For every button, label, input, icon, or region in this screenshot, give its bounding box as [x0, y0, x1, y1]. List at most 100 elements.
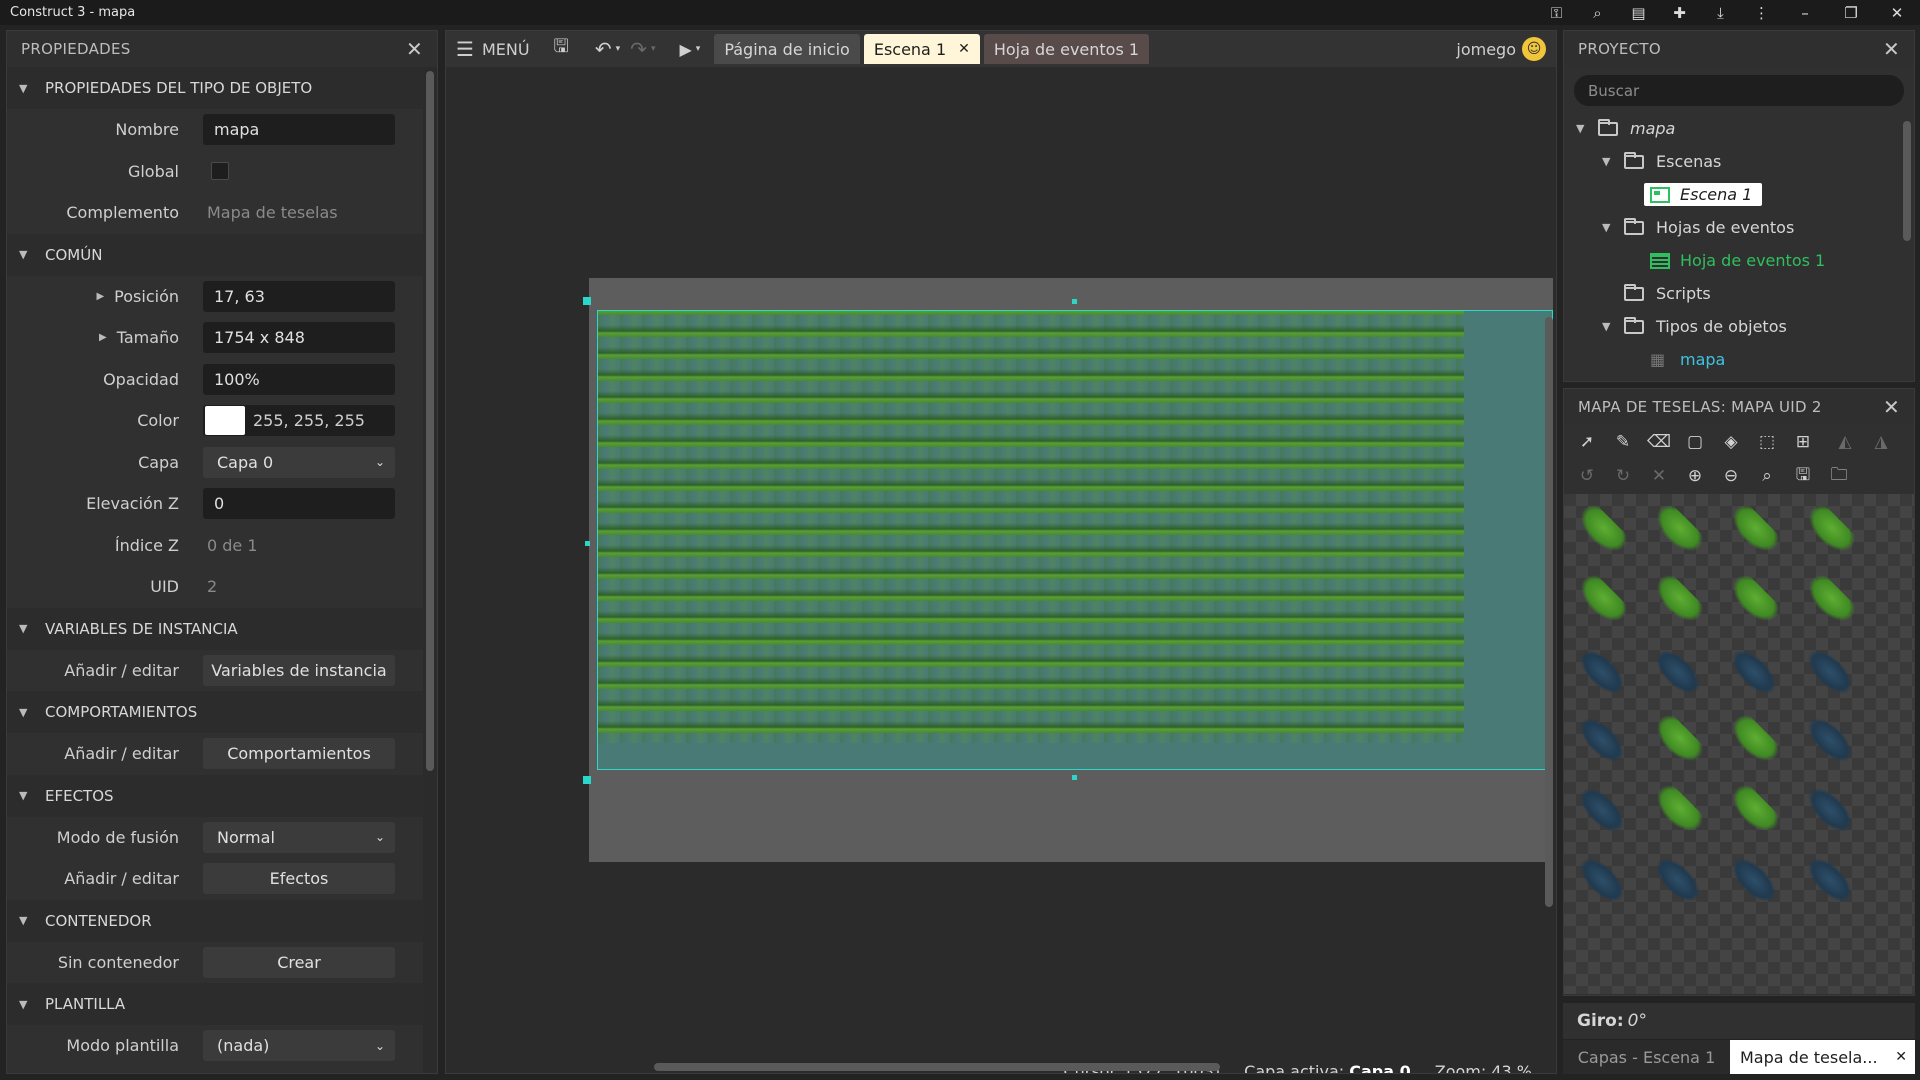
menu-button[interactable]: ☰ MENÚ [446, 37, 540, 61]
tree-event-sheets[interactable]: ▼ Hojas de eventos [1564, 211, 1914, 244]
tile[interactable] [1718, 564, 1798, 630]
close-icon[interactable]: ✕ [1883, 397, 1900, 417]
layer-select[interactable]: Capa 0 ⌄ [203, 446, 395, 478]
tile[interactable] [1642, 844, 1722, 910]
tile[interactable] [1642, 564, 1722, 630]
close-window-button[interactable]: ✕ [1874, 0, 1920, 25]
undo-icon[interactable]: ↶ [583, 37, 616, 61]
tile[interactable] [1642, 774, 1722, 840]
redo-icon[interactable]: ↷ [620, 37, 651, 61]
tile[interactable] [1718, 774, 1798, 840]
create-container-button[interactable]: Crear [203, 946, 395, 978]
project-scroll-thumb[interactable] [1903, 121, 1911, 241]
vertical-scrollbar[interactable] [1542, 67, 1556, 1073]
rectangle-icon[interactable]: ▢ [1680, 427, 1710, 457]
selection-icon[interactable]: ⬚ [1752, 427, 1782, 457]
key-icon[interactable]: ⚿ [1536, 0, 1577, 25]
tree-root[interactable]: ▼ mapa [1564, 112, 1914, 145]
close-icon[interactable]: ✕ [406, 39, 423, 59]
resize-handle[interactable] [583, 297, 591, 305]
tile[interactable] [1794, 774, 1874, 840]
vertical-scroll-thumb[interactable] [1545, 317, 1553, 907]
pencil-icon[interactable]: ✎ [1608, 427, 1638, 457]
horizontal-scroll-thumb[interactable] [654, 1063, 1220, 1071]
grid-icon[interactable]: ⊞ [1788, 427, 1818, 457]
tile[interactable] [1718, 844, 1798, 910]
restore-button[interactable]: ❐ [1828, 0, 1874, 25]
tree-scene-1[interactable]: Escena 1 [1564, 178, 1914, 211]
position-input[interactable]: 17, 63 [203, 280, 395, 312]
properties-scroll-thumb[interactable] [426, 71, 434, 771]
resize-handle[interactable] [1072, 299, 1077, 304]
resize-handle[interactable] [585, 541, 590, 546]
section-behaviors[interactable]: ▼ COMPORTAMIENTOS [7, 691, 423, 733]
canvas-viewport[interactable]: Cursor: (577, 1003) Capa activa: Capa 0 … [446, 67, 1556, 1073]
tree-scenes[interactable]: ▼ Escenas [1564, 145, 1914, 178]
tile[interactable] [1794, 564, 1874, 630]
tree-event-sheet-1[interactable]: Hoja de eventos 1 [1564, 244, 1914, 277]
tree-scripts[interactable]: Scripts [1564, 277, 1914, 310]
zoom-icon[interactable]: ⌕ [1577, 0, 1618, 25]
tile[interactable] [1718, 494, 1798, 560]
close-tab-icon[interactable]: ✕ [1895, 1049, 1907, 1065]
selected-scene-item[interactable]: Escena 1 [1644, 183, 1763, 206]
tab-tilemap[interactable]: Mapa de tesela... ✕ [1730, 1040, 1915, 1074]
open-folder-icon[interactable]: 🗀 [1824, 461, 1854, 491]
tile[interactable] [1794, 494, 1874, 560]
zelevation-input[interactable]: 0 [203, 488, 395, 520]
section-object-type[interactable]: ▼ PROPIEDADES DEL TIPO DE OBJETO [7, 67, 423, 109]
user-menu[interactable]: jomego ☺ [1456, 37, 1556, 61]
zoom-out-icon[interactable]: ⊖ [1716, 461, 1746, 491]
expand-triangle-icon[interactable]: ▶ [99, 332, 107, 343]
flip-horizontal-icon[interactable]: ◭ [1830, 427, 1860, 457]
section-container[interactable]: ▼ CONTENEDOR [7, 899, 423, 942]
resize-handle[interactable] [1072, 775, 1077, 780]
tile[interactable] [1566, 704, 1646, 770]
horizontal-scrollbar[interactable] [446, 1061, 1556, 1073]
color-field[interactable]: 255, 255, 255 [203, 405, 395, 437]
template-mode-select[interactable]: (nada) ⌄ [203, 1030, 395, 1062]
expand-triangle-icon[interactable]: ▶ [96, 291, 104, 302]
tile[interactable] [1566, 774, 1646, 840]
instance-variables-button[interactable]: Variables de instancia [203, 654, 395, 686]
tile[interactable] [1794, 704, 1874, 770]
play-icon[interactable]: ▶ [655, 40, 695, 59]
tile[interactable] [1642, 704, 1722, 770]
tileset-palette[interactable] [1564, 494, 1914, 994]
rotate-ccw-icon[interactable]: ↺ [1572, 461, 1602, 491]
section-effects[interactable]: ▼ EFECTOS [7, 774, 423, 817]
color-swatch[interactable] [205, 406, 245, 436]
blend-mode-select[interactable]: Normal ⌄ [203, 821, 395, 853]
tab-layers[interactable]: Capas - Escena 1 [1563, 1040, 1730, 1074]
tab-home[interactable]: Página de inicio [714, 34, 860, 64]
zoom-in-icon[interactable]: ⊕ [1680, 461, 1710, 491]
tree-object-mapa[interactable]: ▦ mapa [1564, 343, 1914, 376]
tile[interactable] [1642, 494, 1722, 560]
download-icon[interactable]: ⤓ [1700, 0, 1741, 25]
zoom-reset-icon[interactable]: ⌕ [1752, 461, 1782, 491]
close-tab-icon[interactable]: ✕ [958, 41, 970, 57]
tile[interactable] [1642, 636, 1722, 702]
section-template[interactable]: ▼ PLANTILLA [7, 983, 423, 1025]
section-common[interactable]: ▼ COMÚN [7, 233, 423, 276]
fill-bucket-icon[interactable]: ◈ [1716, 427, 1746, 457]
tile[interactable] [1566, 494, 1646, 560]
tab-scene-1[interactable]: Escena 1 ✕ [863, 34, 980, 64]
file-icon[interactable]: ▤ [1618, 0, 1659, 25]
puzzle-icon[interactable]: ✚ [1659, 0, 1700, 25]
behaviors-button[interactable]: Comportamientos [203, 738, 395, 770]
tile[interactable] [1566, 564, 1646, 630]
project-search-input[interactable]: Buscar [1574, 75, 1904, 106]
minimize-button[interactable]: – [1782, 0, 1828, 25]
tree-object-types[interactable]: ▼ Tipos de objetos [1564, 310, 1914, 343]
effects-button[interactable]: Efectos [203, 863, 395, 895]
tile[interactable] [1718, 636, 1798, 702]
rotate-cw-icon[interactable]: ↻ [1608, 461, 1638, 491]
section-instance-vars[interactable]: ▼ VARIABLES DE INSTANCIA [7, 607, 423, 650]
global-checkbox[interactable] [211, 162, 229, 181]
flip-vertical-icon[interactable]: ◮ [1866, 427, 1896, 457]
save-icon[interactable]: 🖫 [1788, 461, 1818, 491]
resize-handle[interactable] [583, 776, 591, 784]
reset-icon[interactable]: ✕ [1644, 461, 1674, 491]
tile[interactable] [1718, 704, 1798, 770]
